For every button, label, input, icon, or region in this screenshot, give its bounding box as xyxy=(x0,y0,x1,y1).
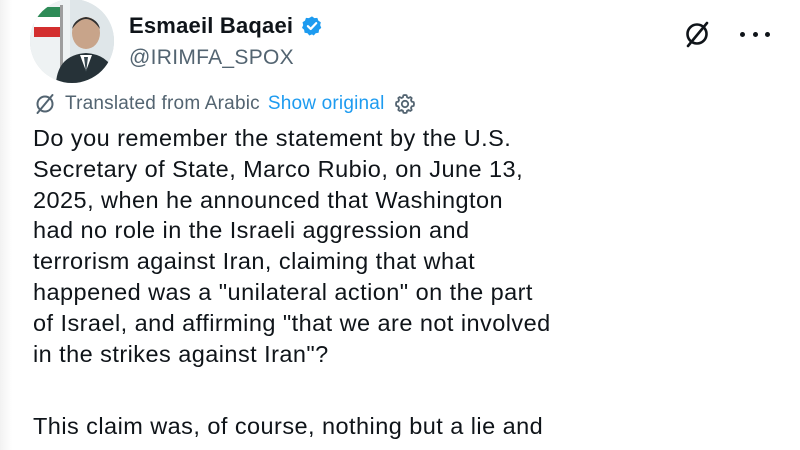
avatar-image xyxy=(30,0,114,83)
tweet-text-line: 2025, when he announced that Washington xyxy=(33,186,504,213)
tweet-text-line: happened was a "unilateral action" on th… xyxy=(33,278,533,305)
tweet-text-line: terrorism against Iran, claiming that wh… xyxy=(33,248,476,275)
tweet-text: Do you remember the statement by the U.S… xyxy=(33,123,773,369)
tweet-text-paragraph-2: This claim was, of course, nothing but a… xyxy=(33,413,544,439)
tweet-text-line: Do you remember the statement by the U.S… xyxy=(33,125,512,151)
author-handle[interactable]: @IRIMFA_SPOX xyxy=(129,46,323,70)
translated-from-label: Translated from Arabic xyxy=(65,93,260,114)
tweet-screenshot: Esmaeil Baqaei @IRIMFA_SPOX Translated f… xyxy=(0,0,800,450)
author-name[interactable]: Esmaeil Baqaei xyxy=(129,13,293,39)
tweet-text-line: Secretary of State, Marco Rubio, on June… xyxy=(33,155,524,182)
tweet-text-line: of Israel, and affirming "that we are no… xyxy=(33,309,551,336)
translation-notice: Translated from Arabic Show original xyxy=(33,92,417,116)
show-original-link[interactable]: Show original xyxy=(268,93,385,115)
gear-icon[interactable] xyxy=(393,92,417,116)
globe-icon xyxy=(33,92,57,116)
tweet-text-line: had no role in the Israeli aggression an… xyxy=(33,217,470,244)
edge-shadow xyxy=(0,0,12,450)
tweet-text-line: in the strikes against Iran"? xyxy=(33,340,329,367)
tweet-header: Esmaeil Baqaei @IRIMFA_SPOX xyxy=(30,0,770,83)
author-name-row[interactable]: Esmaeil Baqaei xyxy=(129,13,323,39)
author-identity: Esmaeil Baqaei @IRIMFA_SPOX xyxy=(129,0,323,83)
header-actions xyxy=(682,16,770,52)
avatar[interactable] xyxy=(30,0,114,83)
verified-badge-icon[interactable] xyxy=(301,15,323,37)
more-horizontal-icon[interactable] xyxy=(740,24,770,44)
grok-icon[interactable] xyxy=(682,19,712,49)
